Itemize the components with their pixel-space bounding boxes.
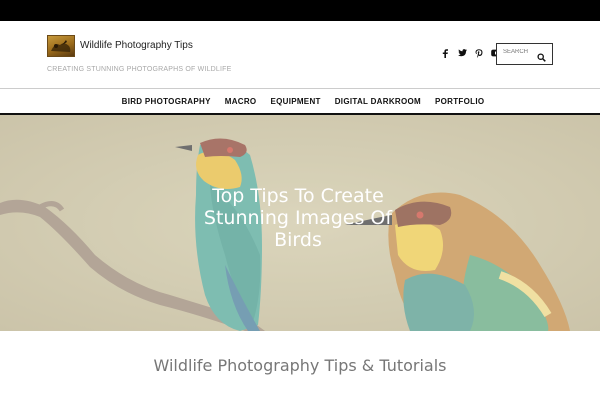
site-tagline: CREATING STUNNING PHOTOGRAPHS OF WILDLIF… bbox=[47, 66, 232, 73]
hero-title[interactable]: Top Tips To Create Stunning Images Of Bi… bbox=[180, 185, 416, 251]
site-header: Wildlife Photography Tips CREATING STUNN… bbox=[0, 21, 600, 88]
search-box[interactable] bbox=[496, 43, 553, 65]
nav-item-portfolio[interactable]: PORTFOLIO bbox=[435, 97, 484, 106]
hero-banner[interactable]: Top Tips To Create Stunning Images Of Bi… bbox=[0, 115, 600, 331]
nav-item-macro[interactable]: MACRO bbox=[225, 97, 257, 106]
section-title: Wildlife Photography Tips & Tutorials bbox=[153, 356, 447, 375]
site-title[interactable]: Wildlife Photography Tips bbox=[80, 40, 193, 51]
nav-item-equipment[interactable]: EQUIPMENT bbox=[270, 97, 320, 106]
nav-item-bird-photography[interactable]: BIRD PHOTOGRAPHY bbox=[122, 97, 211, 106]
bird-photo-logo-icon[interactable] bbox=[47, 35, 75, 57]
twitter-icon[interactable] bbox=[457, 48, 467, 58]
social-links bbox=[440, 48, 501, 58]
pinterest-icon[interactable] bbox=[474, 48, 484, 58]
search-icon[interactable] bbox=[537, 49, 547, 62]
facebook-icon[interactable] bbox=[440, 48, 450, 58]
search-input[interactable] bbox=[503, 49, 537, 55]
top-bar bbox=[0, 0, 600, 21]
nav-item-digital-darkroom[interactable]: DIGITAL DARKROOM bbox=[335, 97, 421, 106]
main-navigation: BIRD PHOTOGRAPHY MACRO EQUIPMENT DIGITAL… bbox=[0, 88, 600, 115]
